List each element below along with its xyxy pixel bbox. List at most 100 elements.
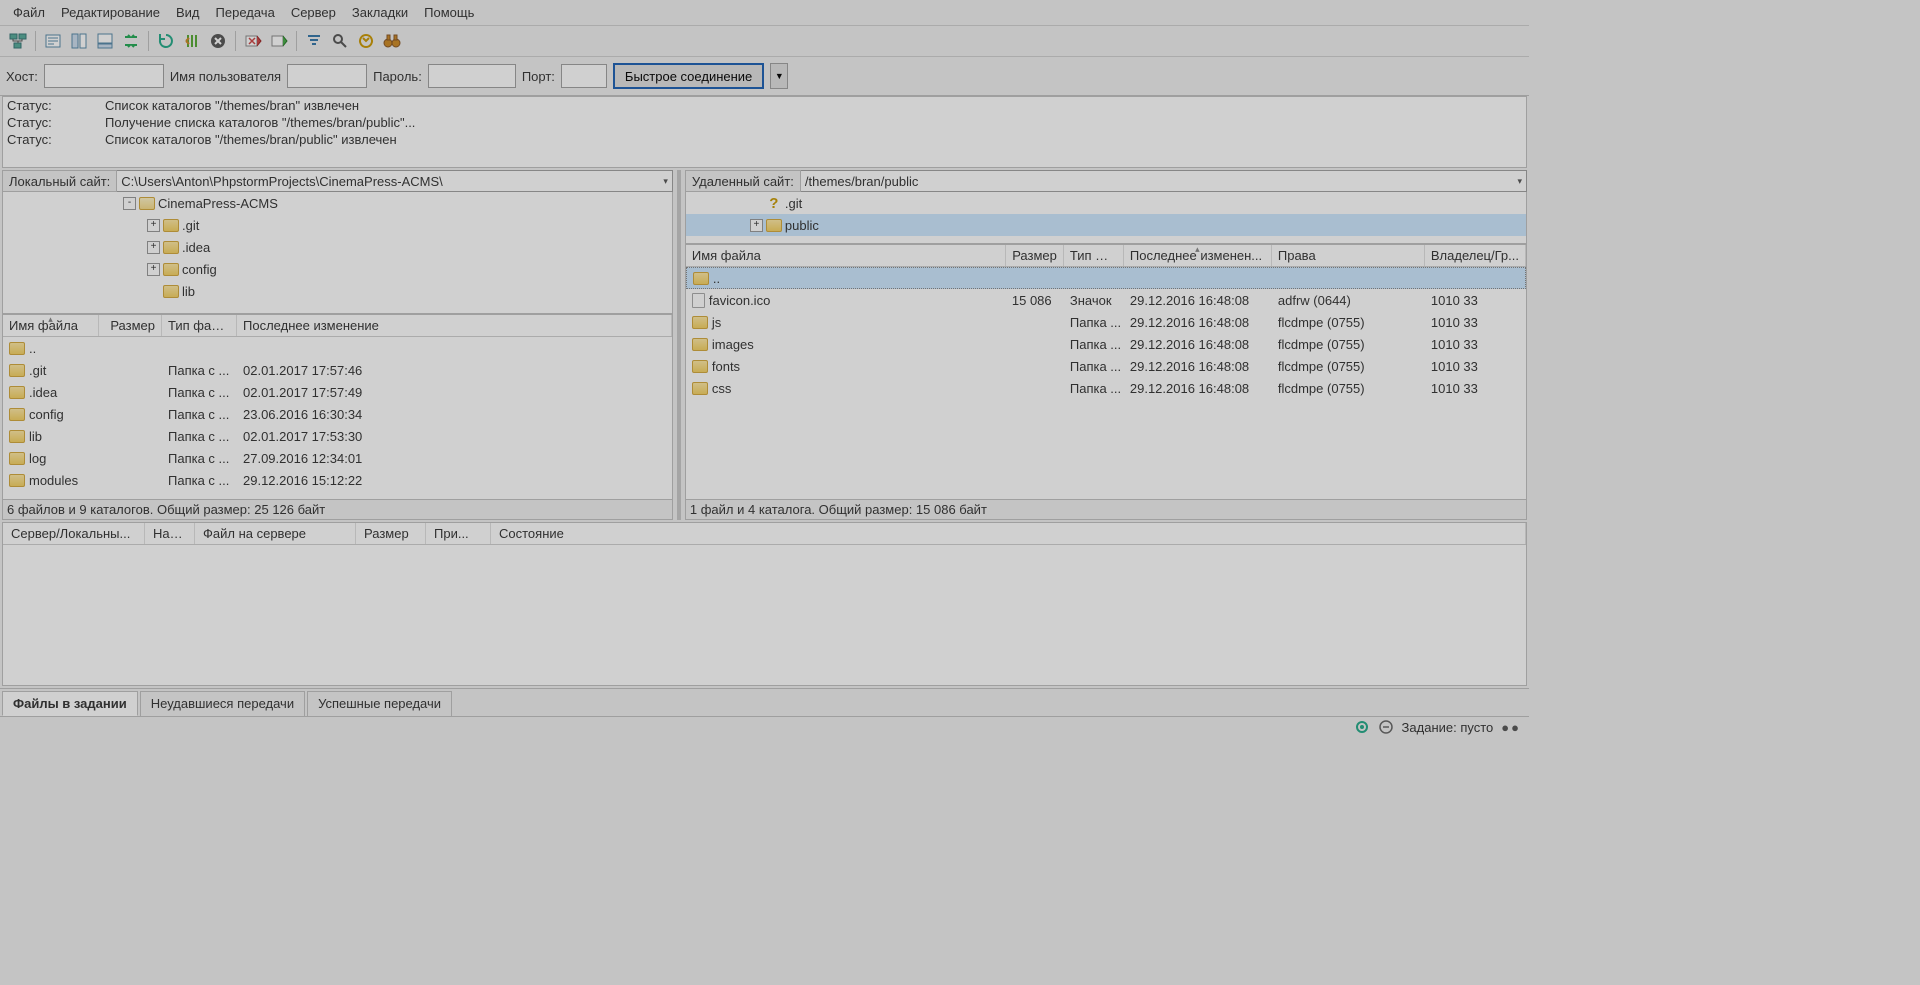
column-header[interactable]: Владелец/Гр...	[1425, 245, 1526, 266]
folder-icon	[9, 452, 25, 465]
menu-сервер[interactable]: Сервер	[284, 3, 343, 22]
tree-spacer	[147, 285, 160, 298]
process-queue-icon[interactable]	[180, 29, 204, 53]
column-header[interactable]: Последнее изменен...▴	[1124, 245, 1272, 266]
tree-node[interactable]: ?.git	[686, 192, 1526, 214]
vertical-splitter[interactable]	[677, 170, 681, 520]
cell	[1065, 277, 1125, 279]
quickconnect-button[interactable]: Быстрое соединение	[613, 63, 764, 89]
tree-node-label: public	[785, 218, 819, 233]
cell	[99, 391, 162, 393]
local-path-combo[interactable]: C:\Users\Anton\PhpstormProjects\CinemaPr…	[117, 170, 673, 192]
column-header[interactable]: Файл на сервере	[195, 523, 356, 544]
column-header[interactable]: Состояние	[491, 523, 1526, 544]
file-row[interactable]: libПапка с ...02.01.2017 17:53:30	[3, 425, 672, 447]
expand-icon[interactable]: +	[147, 219, 160, 232]
queue-tab[interactable]: Файлы в задании	[2, 691, 138, 716]
menu-помощь[interactable]: Помощь	[417, 3, 481, 22]
expand-icon[interactable]: +	[750, 219, 763, 232]
file-row[interactable]: configПапка с ...23.06.2016 16:30:34	[3, 403, 672, 425]
file-row[interactable]: imagesПапка ...29.12.2016 16:48:08flcdmp…	[686, 333, 1526, 355]
tree-node[interactable]: -CinemaPress-ACMS	[3, 192, 672, 214]
queue-tab[interactable]: Неудавшиеся передачи	[140, 691, 305, 716]
password-input[interactable]	[428, 64, 516, 88]
toggle-queue-icon[interactable]	[93, 29, 117, 53]
folder-icon	[692, 382, 708, 395]
menu-вид[interactable]: Вид	[169, 3, 207, 22]
file-row[interactable]: fontsПапка ...29.12.2016 16:48:08flcdmpe…	[686, 355, 1526, 377]
quickconnect-dropdown[interactable]: ▼	[770, 63, 788, 89]
column-header[interactable]: Тип фа...	[1064, 245, 1124, 266]
cell	[1006, 343, 1064, 345]
cell: 1010 33	[1425, 358, 1526, 375]
menubar: ФайлРедактированиеВидПередачаСерверЗакла…	[0, 0, 1529, 26]
file-row[interactable]: ..	[686, 267, 1526, 289]
remote-path-combo[interactable]: /themes/bran/public ▾	[801, 170, 1527, 192]
collapse-icon[interactable]: -	[123, 197, 136, 210]
file-row[interactable]: logПапка с ...27.09.2016 12:34:01	[3, 447, 672, 469]
reconnect-icon[interactable]	[267, 29, 291, 53]
local-path-value: C:\Users\Anton\PhpstormProjects\CinemaPr…	[121, 174, 442, 189]
column-header[interactable]: Имя файла	[686, 245, 1006, 266]
log-status-label: Статус:	[3, 114, 101, 131]
file-row[interactable]: .ideaПапка с ...02.01.2017 17:57:49	[3, 381, 672, 403]
column-header[interactable]: Размер	[99, 315, 162, 336]
host-input[interactable]	[44, 64, 164, 88]
folder-icon	[163, 241, 179, 254]
toggle-log-icon[interactable]	[41, 29, 65, 53]
column-header[interactable]: Размер	[356, 523, 426, 544]
menu-закладки[interactable]: Закладки	[345, 3, 415, 22]
cell: Папка ...	[1064, 380, 1124, 397]
menu-редактирование[interactable]: Редактирование	[54, 3, 167, 22]
cell: 29.12.2016 16:48:08	[1124, 358, 1272, 375]
remote-tree[interactable]: ?.git + public	[685, 192, 1527, 244]
column-header[interactable]: Размер	[1006, 245, 1064, 266]
column-header[interactable]: Последнее изменение	[237, 315, 672, 336]
tree-node[interactable]: +.idea	[3, 236, 672, 258]
toggle-tree-icon[interactable]	[67, 29, 91, 53]
file-row[interactable]: .gitПапка с ...02.01.2017 17:57:46	[3, 359, 672, 381]
binoculars-icon[interactable]	[380, 29, 404, 53]
menu-передача[interactable]: Передача	[209, 3, 282, 22]
username-input[interactable]	[287, 64, 367, 88]
column-header[interactable]: Имя файла▴	[3, 315, 99, 336]
tree-node[interactable]: +.git	[3, 214, 672, 236]
column-header[interactable]: Тип файла	[162, 315, 237, 336]
cancel-icon[interactable]	[206, 29, 230, 53]
file-row[interactable]: modulesПапка с ...29.12.2016 15:12:22	[3, 469, 672, 491]
file-row[interactable]: jsПапка ...29.12.2016 16:48:08flcdmpe (0…	[686, 311, 1526, 333]
message-log[interactable]: Статус:Список каталогов "/themes/bran" и…	[2, 96, 1527, 168]
search-icon[interactable]	[328, 29, 352, 53]
cell-name: fonts	[686, 358, 1006, 375]
sync-browse-icon[interactable]	[119, 29, 143, 53]
file-row[interactable]: cssПапка ...29.12.2016 16:48:08flcdmpe (…	[686, 377, 1526, 399]
disconnect-icon[interactable]	[241, 29, 265, 53]
compare-icon[interactable]	[354, 29, 378, 53]
port-input[interactable]	[561, 64, 607, 88]
column-header[interactable]: Нап...	[145, 523, 195, 544]
queue-empty-icon[interactable]	[1378, 719, 1394, 735]
filter-icon[interactable]	[302, 29, 326, 53]
queue-tab[interactable]: Успешные передачи	[307, 691, 452, 716]
refresh-icon[interactable]	[154, 29, 178, 53]
file-row[interactable]: ..	[3, 337, 672, 359]
expand-icon[interactable]: +	[147, 263, 160, 276]
local-path-label: Локальный сайт:	[2, 170, 117, 192]
tree-node[interactable]: +config	[3, 258, 672, 280]
transfer-queue[interactable]: Сервер/Локальны...Нап...Файл на сервереР…	[2, 522, 1527, 686]
tree-node[interactable]: + public	[686, 214, 1526, 236]
sitemanager-icon[interactable]	[6, 29, 30, 53]
column-header[interactable]: Права	[1272, 245, 1425, 266]
column-header[interactable]: Сервер/Локальны...	[3, 523, 145, 544]
remote-pathbar: Удаленный сайт: /themes/bran/public ▾	[685, 170, 1527, 192]
menu-файл[interactable]: Файл	[6, 3, 52, 22]
expand-icon[interactable]: +	[147, 241, 160, 254]
gear-icon[interactable]	[1354, 719, 1370, 735]
local-filelist[interactable]: Имя файла▴РазмерТип файлаПоследнее измен…	[2, 314, 673, 500]
folder-icon	[692, 316, 708, 329]
file-row[interactable]: favicon.ico15 086Значок29.12.2016 16:48:…	[686, 289, 1526, 311]
local-tree[interactable]: -CinemaPress-ACMS+.git+.idea+configlib	[2, 192, 673, 314]
tree-node[interactable]: lib	[3, 280, 672, 302]
column-header[interactable]: При...	[426, 523, 491, 544]
remote-filelist[interactable]: Имя файлаРазмерТип фа...Последнее измене…	[685, 244, 1527, 500]
